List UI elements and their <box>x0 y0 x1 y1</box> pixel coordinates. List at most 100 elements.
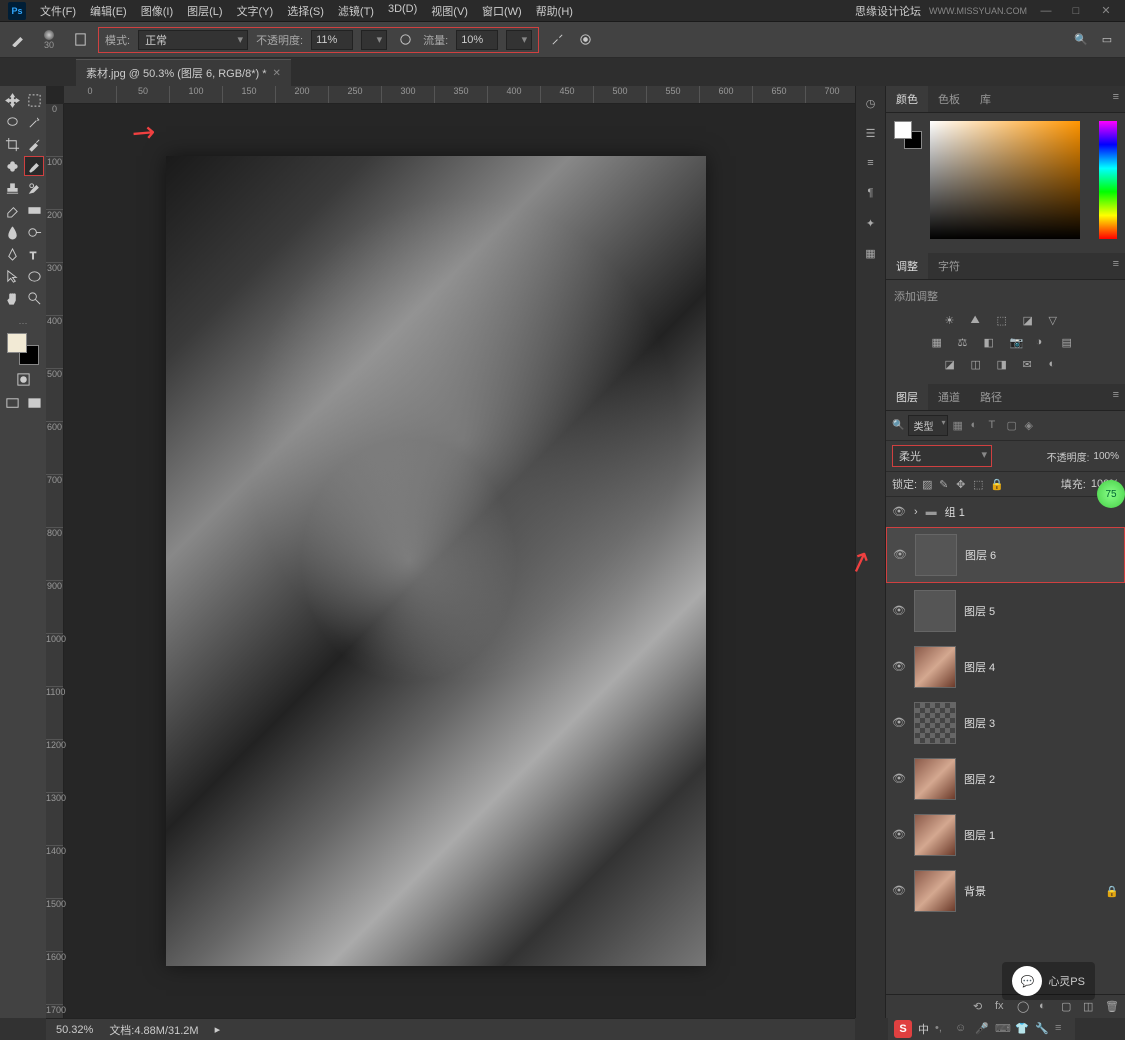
layer-name[interactable]: 图层 3 <box>964 715 995 731</box>
expand-icon[interactable]: › <box>914 506 918 518</box>
canvas-area[interactable]: 0501001502002503003504004505005506006507… <box>46 86 855 1018</box>
styles-panel-icon[interactable]: ▦ <box>862 244 880 262</box>
ime-menu-icon[interactable]: ≡ <box>1055 1022 1069 1036</box>
layer-filter-select[interactable]: 类型 <box>908 415 948 436</box>
filter-pixel-icon[interactable]: ▦ <box>952 419 966 433</box>
menu-window[interactable]: 窗口(W) <box>476 1 528 21</box>
layer-row[interactable]: 👁图层 6 <box>886 527 1125 583</box>
layer-thumbnail[interactable] <box>914 870 956 912</box>
zoom-value[interactable]: 50.32% <box>56 1024 93 1036</box>
ime-emoji-icon[interactable]: ☺ <box>955 1022 969 1036</box>
layer-row[interactable]: 👁 图层 1 <box>886 807 1125 863</box>
opacity-dropdown[interactable] <box>361 30 387 50</box>
trash-icon[interactable]: 🗑 <box>1105 1000 1119 1014</box>
brush-panel-icon[interactable] <box>70 30 90 50</box>
exposure-icon[interactable]: ◪ <box>1023 314 1041 328</box>
visibility-icon[interactable]: 👁 <box>892 884 906 898</box>
brush-preview[interactable]: 30 <box>36 27 62 53</box>
eraser-tool[interactable] <box>2 200 22 220</box>
invert-icon[interactable]: ◪ <box>945 358 963 372</box>
workspace-icon[interactable]: ▭ <box>1097 30 1117 50</box>
layer-row[interactable]: 👁图层 4 <box>886 639 1125 695</box>
status-arrow-icon[interactable]: ▸ <box>215 1023 221 1036</box>
visibility-icon[interactable]: 👁 <box>892 604 906 618</box>
visibility-icon[interactable]: 👁 <box>892 828 906 842</box>
mode-select[interactable]: 正常 <box>138 30 248 50</box>
lock-artboard-icon[interactable]: ⬚ <box>973 478 985 490</box>
layer-opacity-value[interactable]: 100% <box>1093 451 1119 462</box>
quickmask-icon[interactable] <box>13 369 33 389</box>
ime-punct-icon[interactable]: •, <box>935 1022 949 1036</box>
crop-tool[interactable] <box>2 134 22 154</box>
tab-libraries[interactable]: 库 <box>970 86 1001 112</box>
layer-thumbnail[interactable] <box>914 702 956 744</box>
history-brush-tool[interactable] <box>24 178 44 198</box>
hue-icon[interactable]: ▦ <box>932 336 950 350</box>
lut-icon[interactable]: ▤ <box>1062 336 1080 350</box>
tab-character[interactable]: 字符 <box>928 253 970 279</box>
move-tool[interactable] <box>2 90 22 110</box>
tab-paths[interactable]: 路径 <box>970 384 1012 410</box>
marquee-tool[interactable] <box>24 90 44 110</box>
menu-file[interactable]: 文件(F) <box>34 1 82 21</box>
type-tool[interactable]: T <box>24 244 44 264</box>
filter-shape-icon[interactable]: ▢ <box>1006 419 1020 433</box>
gradient-map-icon[interactable]: ✉ <box>1023 358 1041 372</box>
layer-name[interactable]: 图层 1 <box>964 827 995 843</box>
brightness-icon[interactable]: ☀ <box>945 314 963 328</box>
bw-icon[interactable]: ◧ <box>984 336 1002 350</box>
paragraph-panel-icon[interactable]: ¶ <box>862 184 880 202</box>
shape-tool[interactable] <box>24 266 44 286</box>
airbrush-icon[interactable] <box>547 30 567 50</box>
vibrance-icon[interactable]: ▽ <box>1049 314 1067 328</box>
fx-icon[interactable]: fx <box>995 1000 1009 1014</box>
opacity-input[interactable]: 11% <box>311 30 353 50</box>
close-icon[interactable]: ✕ <box>1095 4 1117 18</box>
color-field[interactable] <box>930 121 1080 239</box>
layer-name[interactable]: 图层 5 <box>964 603 995 619</box>
path-select-tool[interactable] <box>2 266 22 286</box>
menu-3d[interactable]: 3D(D) <box>382 1 423 21</box>
layer-row[interactable]: 👁图层 2 <box>886 751 1125 807</box>
wand-tool[interactable] <box>24 112 44 132</box>
ime-mic-icon[interactable]: 🎤 <box>975 1022 989 1036</box>
ime-keyboard-icon[interactable]: ⌨ <box>995 1022 1009 1036</box>
balance-icon[interactable]: ⚖ <box>958 336 976 350</box>
properties-panel-icon[interactable]: ☰ <box>862 124 880 142</box>
lasso-tool[interactable] <box>2 112 22 132</box>
adjustment-layer-icon[interactable]: ◐ <box>1039 1000 1053 1014</box>
menu-image[interactable]: 图像(I) <box>135 1 179 21</box>
tab-channels[interactable]: 通道 <box>928 384 970 410</box>
tab-layers[interactable]: 图层 <box>886 384 928 410</box>
ime-logo-icon[interactable]: S <box>894 1020 912 1038</box>
menu-edit[interactable]: 编辑(E) <box>84 1 133 21</box>
panel-menu-icon[interactable]: ≡ <box>1107 253 1125 279</box>
flow-input[interactable]: 10% <box>456 30 498 50</box>
gradient-tool[interactable] <box>24 200 44 220</box>
tab-swatches[interactable]: 色板 <box>928 86 970 112</box>
tab-color[interactable]: 颜色 <box>886 86 928 112</box>
screenmode2-icon[interactable] <box>24 393 44 413</box>
filter-adjust-icon[interactable]: ◐ <box>970 419 984 433</box>
layer-row[interactable]: 👁图层 3 <box>886 695 1125 751</box>
pen-tool[interactable] <box>2 244 22 264</box>
ime-lang[interactable]: 中 <box>918 1021 929 1037</box>
canvas-image[interactable] <box>166 156 706 966</box>
layer-row[interactable]: 👁 图层 5 <box>886 583 1125 639</box>
tool-preset-icon[interactable] <box>8 30 28 50</box>
layer-row[interactable]: 👁›▬组 1 <box>886 497 1125 527</box>
dodge-tool[interactable] <box>24 222 44 242</box>
document-tab[interactable]: 素材.jpg @ 50.3% (图层 6, RGB/8*) * ✕ <box>76 59 291 86</box>
layer-thumbnail[interactable] <box>915 534 957 576</box>
foreground-swatch[interactable] <box>7 333 27 353</box>
menu-view[interactable]: 视图(V) <box>425 1 474 21</box>
layer-thumbnail[interactable] <box>914 646 956 688</box>
menu-type[interactable]: 文字(Y) <box>231 1 280 21</box>
flow-dropdown[interactable] <box>506 30 532 50</box>
filter-type-icon[interactable]: T <box>988 419 1002 433</box>
layer-name[interactable]: 图层 6 <box>965 547 996 563</box>
tab-adjustments[interactable]: 调整 <box>886 253 928 279</box>
link-layers-icon[interactable]: ⟲ <box>973 1000 987 1014</box>
screenmode-icon[interactable] <box>2 393 22 413</box>
menu-layer[interactable]: 图层(L) <box>181 1 228 21</box>
